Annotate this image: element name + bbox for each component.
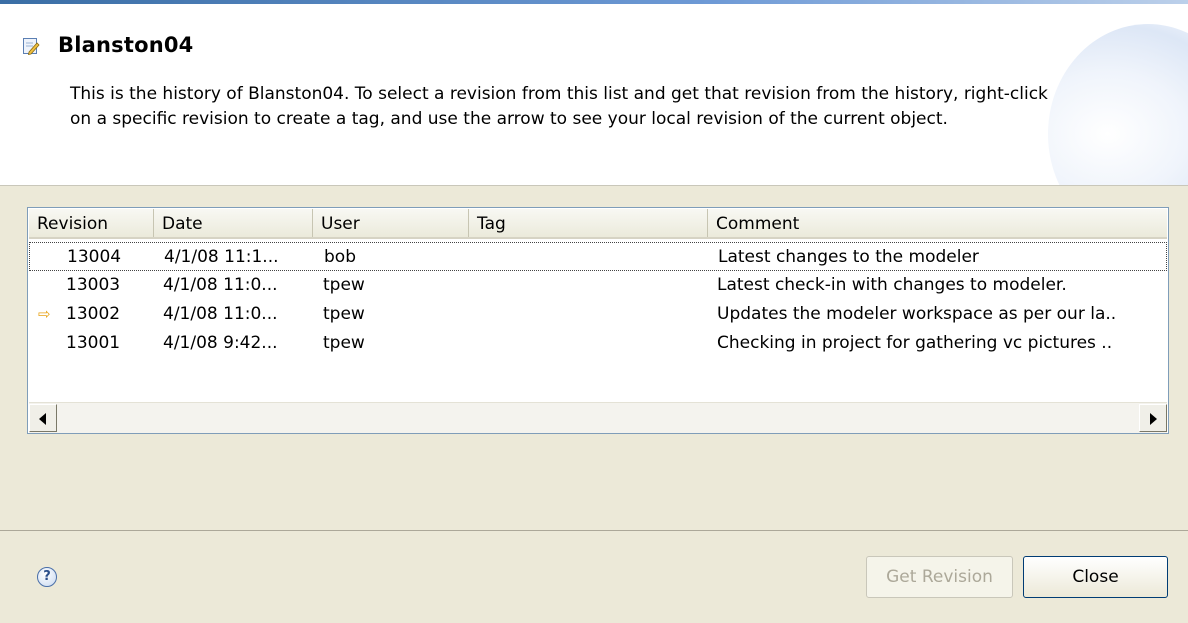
column-header-tag[interactable]: Tag bbox=[469, 209, 708, 237]
tag-cell bbox=[479, 300, 707, 329]
comment-cell: Latest changes to the modeler bbox=[718, 247, 979, 267]
table-row[interactable]: 13003 4/1/08 11:0... tpew Latest check-i… bbox=[29, 271, 1167, 300]
table-row[interactable]: 13004 4/1/08 11:1... bob Latest changes … bbox=[29, 242, 1167, 271]
revision-cell: 13001 bbox=[66, 333, 121, 353]
date-cell: 4/1/08 11:0... bbox=[163, 275, 278, 295]
scroll-left-button[interactable] bbox=[29, 404, 57, 432]
footer-separator bbox=[0, 530, 1188, 531]
current-revision-arrow-icon[interactable]: ⇨ bbox=[38, 300, 51, 329]
close-button[interactable]: Close bbox=[1023, 556, 1168, 598]
user-cell: tpew bbox=[323, 333, 365, 353]
column-header-comment[interactable]: Comment bbox=[708, 209, 1167, 237]
arrow-right-icon bbox=[1150, 413, 1157, 425]
dialog-description: This is the history of Blanston04. To se… bbox=[70, 84, 1048, 129]
user-cell: tpew bbox=[323, 275, 365, 295]
horizontal-scrollbar[interactable] bbox=[29, 402, 1167, 433]
user-cell: tpew bbox=[323, 304, 365, 324]
revision-history-table[interactable]: Revision Date User Tag Comment 13004 4/1… bbox=[27, 207, 1169, 434]
edit-document-icon bbox=[22, 37, 40, 56]
dialog-header: Blanston04 This is the history of Blanst… bbox=[0, 4, 1188, 186]
comment-cell: Updates the modeler workspace as per our… bbox=[717, 304, 1117, 324]
user-cell: bob bbox=[324, 247, 356, 267]
revision-cell: 13003 bbox=[66, 275, 121, 295]
tag-cell bbox=[479, 329, 707, 358]
date-cell: 4/1/08 9:42... bbox=[163, 333, 278, 353]
comment-cell: Checking in project for gathering vc pic… bbox=[717, 333, 1113, 353]
help-icon[interactable]: ? bbox=[37, 567, 57, 587]
table-row[interactable]: 13001 4/1/08 9:42... tpew Checking in pr… bbox=[29, 329, 1167, 358]
comment-cell: Latest check-in with changes to modeler. bbox=[717, 275, 1067, 295]
get-revision-button[interactable]: Get Revision bbox=[866, 556, 1013, 598]
column-header-user[interactable]: User bbox=[313, 209, 469, 237]
revision-cell: 13004 bbox=[67, 247, 122, 267]
dialog-title: Blanston04 bbox=[58, 33, 194, 57]
date-cell: 4/1/08 11:1... bbox=[164, 247, 279, 267]
date-cell: 4/1/08 11:0... bbox=[163, 304, 278, 324]
revision-cell: 13002 bbox=[66, 304, 121, 324]
column-header-date[interactable]: Date bbox=[154, 209, 313, 237]
table-row[interactable]: ⇨ 13002 4/1/08 11:0... tpew Updates the … bbox=[29, 300, 1167, 329]
tag-cell bbox=[479, 271, 707, 300]
table-header: Revision Date User Tag Comment bbox=[29, 209, 1167, 239]
scroll-right-button[interactable] bbox=[1139, 404, 1167, 432]
column-header-revision[interactable]: Revision bbox=[29, 209, 154, 237]
arrow-left-icon bbox=[39, 413, 46, 425]
tag-cell bbox=[480, 243, 708, 272]
